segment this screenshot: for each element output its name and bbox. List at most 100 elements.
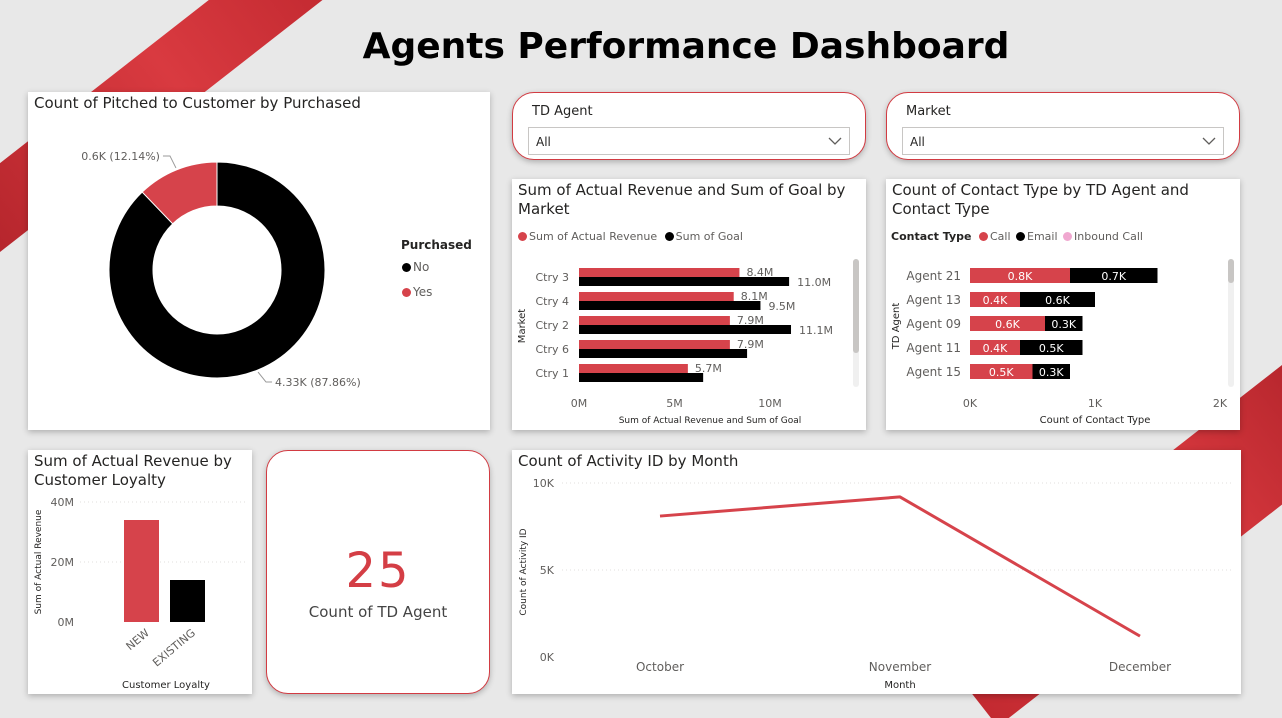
- activity-y-axis-label: Count of Activity ID: [519, 528, 529, 615]
- activity-x-tick-label: December: [1109, 660, 1171, 674]
- agent-category-label: Agent 15: [906, 365, 961, 379]
- loyalty-bar-new: [124, 520, 159, 622]
- agent-category-label: Agent 11: [906, 341, 961, 355]
- activity-x-tick-label: October: [636, 660, 684, 674]
- td-agent-slicer: TD Agent All: [512, 92, 866, 160]
- market-category-label: Ctry 2: [535, 319, 569, 332]
- activity-line-chart: 10K 5K 0K Count of Activity ID October Novemb…: [519, 477, 1232, 691]
- activity-x-tick-label: November: [869, 660, 931, 674]
- activity-y-tick-label: 10K: [533, 477, 555, 490]
- market-y-axis-label: Market: [517, 309, 528, 343]
- market-x-axis-label: Sum of Actual Revenue and Sum of Goal: [619, 416, 802, 426]
- contact-type-bar-chart: TD Agent Agent 21 0.8K 0.7K Agent 13 0.4K 0.6K…: [891, 259, 1234, 426]
- kpi-label: Count of TD Agent: [308, 603, 448, 621]
- donut-chart-card: Count of Pitched to Customer by Purchase…: [28, 92, 490, 430]
- contact-data-label: 0.5K: [1039, 342, 1064, 355]
- actual-revenue-bar: [579, 364, 688, 373]
- contact-y-axis-label: TD Agent: [891, 303, 902, 351]
- td-agent-dropdown[interactable]: All: [528, 127, 850, 155]
- contact-data-label: 0.5K: [989, 366, 1014, 379]
- loyalty-y-tick-label: 0M: [58, 616, 75, 629]
- donut-leader-line: [257, 371, 273, 383]
- market-dropdown[interactable]: All: [902, 127, 1224, 155]
- goal-data-label: 11.1M: [799, 324, 833, 337]
- activity-line: [659, 495, 1141, 638]
- contact-x-tick-label: 2K: [1213, 397, 1228, 410]
- actual-revenue-bar: [579, 292, 734, 301]
- loyalty-y-tick-label: 40M: [51, 496, 75, 509]
- goal-data-label: 9.5M: [768, 300, 795, 313]
- contact-data-label: 0.7K: [1101, 270, 1126, 283]
- market-category-label: Ctry 4: [535, 295, 569, 308]
- agent-category-label: Agent 21: [906, 269, 961, 283]
- actual-revenue-data-label: 5.7M: [695, 362, 722, 375]
- contact-x-tick-label: 1K: [1088, 397, 1103, 410]
- loyalty-bar-chart: 40M 20M 0M Sum of Actual Revenue NEWEXISTING…: [34, 496, 248, 691]
- legend-label: No: [413, 260, 430, 274]
- loyalty-x-tick-label: NEW: [124, 626, 152, 653]
- market-x-tick-label: 5M: [666, 397, 683, 410]
- actual-revenue-data-label: 8.1M: [741, 290, 768, 303]
- actual-revenue-bar: [579, 316, 730, 325]
- loyalty-y-tick-label: 20M: [51, 556, 75, 569]
- kpi-value: 25: [345, 543, 411, 599]
- market-x-tick-label: 10M: [758, 397, 782, 410]
- loyalty-x-axis-label: Customer Loyalty: [122, 680, 210, 691]
- market-category-label: Ctry 1: [535, 367, 569, 380]
- td-agent-dropdown-value: All: [536, 135, 551, 149]
- loyalty-x-tick-label: EXISTING: [150, 626, 198, 669]
- legend-dot-icon: [402, 263, 411, 272]
- actual-revenue-data-label: 8.4M: [746, 266, 773, 279]
- contact-data-label: 0.6K: [995, 318, 1020, 331]
- market-dropdown-value: All: [910, 135, 925, 149]
- td-agent-slicer-label: TD Agent: [532, 104, 593, 119]
- donut-leader-line: [162, 155, 177, 169]
- legend-dot-icon: [402, 288, 411, 297]
- chevron-down-icon: [828, 137, 842, 145]
- page-title: Agents Performance Dashboard: [362, 26, 1010, 67]
- legend-label: Yes: [413, 285, 433, 299]
- goal-data-label: 11.0M: [797, 276, 831, 289]
- contact-type-chart-card: Count of Contact Type by TD Agent and Co…: [886, 179, 1240, 430]
- actual-revenue-bar: [579, 268, 740, 277]
- activity-x-axis-label: Month: [884, 680, 915, 691]
- contact-data-label: 0.4K: [983, 294, 1008, 307]
- market-bar-chart: Market Ctry 3 8.4M 11.0M Ctry 4 8.1M9.5M Ctry …: [517, 259, 859, 426]
- loyalty-bar-existing: [170, 580, 205, 622]
- market-category-label: Ctry 3: [535, 271, 569, 284]
- contact-x-tick-label: 0K: [963, 397, 978, 410]
- donut-data-label: 0.6K (12.14%): [81, 150, 160, 163]
- agent-category-label: Agent 09: [906, 317, 961, 331]
- goal-bar: [579, 349, 748, 358]
- market-slicer-label: Market: [906, 104, 951, 119]
- goal-bar: [579, 301, 761, 310]
- goal-bar: [579, 373, 704, 382]
- actual-revenue-data-label: 7.9M: [737, 314, 764, 327]
- donut-data-label: 4.33K (87.86%): [275, 376, 361, 389]
- market-category-label: Ctry 6: [535, 343, 569, 356]
- contact-data-label: 0.3K: [1039, 366, 1064, 379]
- contact-data-label: 0.3K: [1051, 318, 1076, 331]
- actual-revenue-data-label: 7.9M: [737, 338, 764, 351]
- donut-legend-item-yes[interactable]: Yes: [402, 285, 432, 299]
- contact-data-label: 0.4K: [983, 342, 1008, 355]
- actual-revenue-bar: [579, 340, 730, 349]
- scrollbar-thumb: [1228, 259, 1234, 283]
- loyalty-chart-card: Sum of Actual Revenue by Customer Loyalt…: [28, 450, 252, 694]
- activity-y-tick-label: 0K: [540, 651, 555, 664]
- activity-line-chart-card: Count of Activity ID by Month 10K 5K 0K Cou…: [512, 450, 1241, 694]
- contact-data-label: 0.8K: [1008, 270, 1033, 283]
- market-slicer: Market All: [886, 92, 1240, 160]
- market-bar-chart-card: Sum of Actual Revenue and Sum of Goal by…: [512, 179, 866, 430]
- kpi-card: 25 Count of TD Agent: [266, 450, 490, 694]
- chevron-down-icon: [1202, 137, 1216, 145]
- loyalty-y-axis-label: Sum of Actual Revenue: [34, 509, 44, 614]
- activity-y-tick-label: 5K: [540, 564, 555, 577]
- agent-category-label: Agent 13: [906, 293, 961, 307]
- contact-data-label: 0.6K: [1045, 294, 1070, 307]
- donut-legend-title: Purchased: [401, 238, 472, 252]
- donut-legend-item-no[interactable]: No: [402, 260, 429, 274]
- contact-x-axis-label: Count of Contact Type: [1040, 415, 1151, 426]
- scrollbar-thumb: [853, 259, 859, 353]
- market-x-tick-label: 0M: [571, 397, 588, 410]
